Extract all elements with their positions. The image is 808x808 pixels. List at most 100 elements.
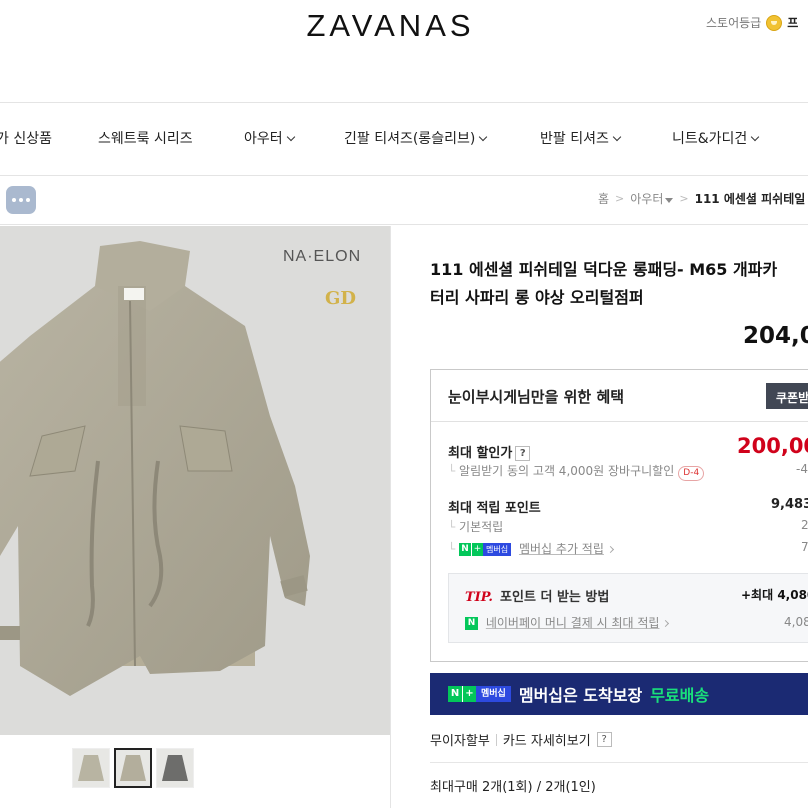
benefit-divider <box>431 421 808 422</box>
breadcrumb-category[interactable]: 아우터 <box>630 190 674 207</box>
divider <box>495 733 497 746</box>
thumbnail-1[interactable] <box>72 748 110 788</box>
store-grade-label: 스토어등급 <box>706 16 762 30</box>
breadcrumb-separator-icon: > <box>615 192 625 205</box>
membership-points-row[interactable]: └ N + 멤버십 멤버십 추가 적립 <box>448 540 614 557</box>
store-grade-value: 프 <box>787 16 799 30</box>
card-details-link[interactable]: 카드 자세히보기 <box>503 730 591 749</box>
breadcrumb: 홈 > 아우터 > 111 에센셜 피쉬테일 <box>598 190 805 207</box>
tip-row: TIP. 포인트 더 받는 방법 <box>465 586 609 605</box>
menu-item-label: 반팔 티셔즈 <box>540 131 609 147</box>
help-icon[interactable]: ? <box>596 732 612 747</box>
menu-item-label: 니트&가디건 <box>672 131 748 147</box>
coupon-button[interactable]: 쿠폰받 <box>766 383 808 409</box>
menu-item-knit[interactable]: 니트&가디건 <box>672 128 760 148</box>
thumbnail-image <box>78 755 104 781</box>
basic-points-label: 기본적립 <box>459 520 504 534</box>
membership-points-label: 멤버십 추가 적립 <box>518 542 604 556</box>
banner-highlight: 무료배송 <box>650 686 710 705</box>
breadcrumb-separator-icon: > <box>679 192 689 205</box>
header-divider <box>0 102 808 103</box>
store-logo[interactable]: ZAVANAS <box>0 8 781 44</box>
parka-illustration: GD <box>0 226 390 735</box>
basic-points-row: └ 기본적립 <box>448 518 503 535</box>
product-title-line: 111 에센셜 피쉬테일 덕다운 롱패딩- M65 개파카 <box>430 260 778 279</box>
menu-item-label: 가 신상품 <box>0 131 52 147</box>
banner-text: 멤버십은 도착보장 <box>518 686 643 705</box>
tip-label: TIP. <box>465 590 493 605</box>
membership-points-value: 7 <box>801 540 808 554</box>
naverpay-money-row[interactable]: N 네이버페이 머니 결제 시 최대 적립 <box>465 614 670 631</box>
max-discount-label: 최대 할인가 <box>448 446 513 461</box>
thumbnail-2[interactable] <box>114 748 152 788</box>
menu-item-label: 긴팔 티셔즈(롱슬리브) <box>344 131 476 147</box>
sub-bullet-icon: └ <box>448 464 460 478</box>
product-price: 204,0 <box>743 323 808 349</box>
installment-label: 무이자할부 <box>430 734 490 749</box>
membership-banner[interactable]: N + 멤버십 멤버십은 도착보장 무료배송 <box>430 673 808 715</box>
notify-discount-value: -4 <box>796 462 808 476</box>
product-title: 111 에센셜 피쉬테일 덕다운 롱패딩- M65 개파카 터리 사파리 롱 야… <box>430 256 808 312</box>
benefit-heading: 눈이부시게님만을 위한 혜택 <box>448 388 625 406</box>
sub-bullet-icon: └ <box>448 542 460 556</box>
benefit-panel: 눈이부시게님만을 위한 혜택 쿠폰받 최대 할인가? 200,00 └ 알림받기… <box>430 369 808 662</box>
naver-plus-membership-badge: N + 멤버십 <box>448 686 511 702</box>
breadcrumb-category-label: 아우터 <box>630 192 664 206</box>
sub-bullet-icon: └ <box>448 520 460 534</box>
chevron-right-icon <box>662 619 670 628</box>
max-points-value: 9,483 <box>771 497 808 512</box>
notify-discount-text: 알림받기 동의 고객 4,000원 장바구니할인 <box>459 464 675 478</box>
d-day-badge: D-4 <box>678 466 705 481</box>
help-icon[interactable]: ? <box>515 446 531 461</box>
basic-points-value: 2 <box>801 518 808 532</box>
more-menu-button[interactable] <box>6 186 36 214</box>
installment-row: 무이자할부 카드 자세히보기 ? <box>430 730 612 749</box>
image-brand-mark: NA·ELON <box>283 248 362 265</box>
badge-n: N <box>448 686 462 702</box>
breadcrumb-home[interactable]: 홈 <box>598 190 609 207</box>
chevron-down-icon <box>751 132 760 141</box>
notify-discount-row: └ 알림받기 동의 고객 4,000원 장바구니할인 D-4 <box>448 462 705 481</box>
svg-text:GD: GD <box>325 288 356 309</box>
chevron-down-icon <box>286 132 295 141</box>
thumbnail-3[interactable] <box>156 748 194 788</box>
more-dot-icon <box>12 198 16 202</box>
chevron-down-icon <box>612 132 622 141</box>
menu-item-label: 아우터 <box>244 131 283 147</box>
breadcrumb-divider <box>0 224 808 225</box>
product-main-image[interactable]: GD NA·ELON <box>0 226 390 735</box>
menu-item-short-sleeve[interactable]: 반팔 티셔즈 <box>540 128 622 148</box>
menu-item-sweat-series[interactable]: 스웨트룩 시리즈 <box>98 128 193 148</box>
menu-item-new[interactable]: 가 신상품 <box>0 128 52 148</box>
category-menu: 가 신상품 스웨트룩 시리즈 아우터 긴팔 티셔즈(롱슬리브) 반팔 티셔즈 니… <box>0 104 808 174</box>
product-title-line: 터리 사파리 롱 야상 오리털점퍼 <box>430 288 644 307</box>
max-discount-row: 최대 할인가? <box>448 442 531 461</box>
chevron-down-icon <box>479 132 488 141</box>
thumbnail-image <box>120 755 146 781</box>
tip-text: 포인트 더 받는 방법 <box>500 590 610 605</box>
menu-item-long-sleeve[interactable]: 긴팔 티셔즈(롱슬리브) <box>344 128 488 148</box>
naverpay-money-text: 네이버페이 머니 결제 시 최대 적립 <box>485 616 660 630</box>
store-grade[interactable]: 스토어등급 프 <box>706 14 798 31</box>
more-dot-icon <box>26 198 30 202</box>
badge-membership: 멤버십 <box>476 686 511 702</box>
naverpay-n-icon: N <box>465 617 478 630</box>
menu-divider <box>0 175 808 176</box>
chevron-right-icon <box>606 545 614 554</box>
breadcrumb-current[interactable]: 111 에센셜 피쉬테일 <box>695 190 806 207</box>
menu-item-outer[interactable]: 아우터 <box>244 128 295 148</box>
badge-membership: 멤버십 <box>483 543 512 556</box>
menu-item-label: 스웨트룩 시리즈 <box>98 131 193 147</box>
naver-plus-membership-badge: N + 멤버십 <box>459 543 512 556</box>
more-dot-icon <box>19 198 23 202</box>
max-points-label: 최대 적립 포인트 <box>448 501 541 516</box>
badge-plus: + <box>462 686 476 702</box>
installment-divider <box>430 762 808 763</box>
naverpay-money-value: 4,08 <box>784 615 808 629</box>
max-purchase-text: 최대구매 2개(1회) / 2개(1인) <box>430 780 596 795</box>
grade-medal-icon <box>766 14 783 31</box>
max-discount-price: 200,00 <box>737 434 808 458</box>
thumbnail-image <box>162 755 188 781</box>
badge-plus: + <box>471 543 484 556</box>
caret-down-icon <box>665 198 674 203</box>
